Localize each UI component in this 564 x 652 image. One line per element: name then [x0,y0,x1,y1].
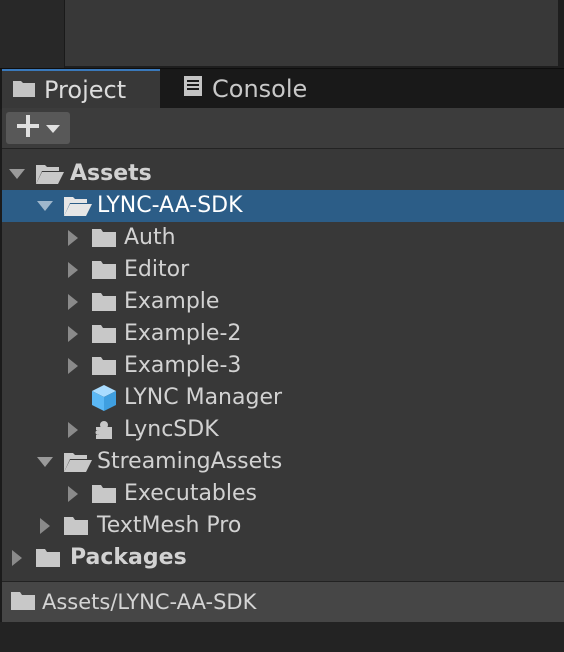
collapsed-arrow-icon[interactable] [65,318,81,350]
collapsed-arrow-icon[interactable] [65,414,81,446]
tree-row-textmesh-pro[interactable]: TextMesh Pro [2,510,564,542]
tab-bar: Project Console [0,68,564,109]
collapsed-arrow-icon[interactable] [9,542,25,574]
collapsed-arrow-icon[interactable] [65,478,81,510]
tree-row-label: LyncSDK [124,417,219,442]
tree-row-label: Example [124,289,220,314]
tree-row-assets[interactable]: Assets [2,158,564,190]
tab-project[interactable]: Project [2,69,160,109]
folder-icon [91,222,117,254]
folder-icon [91,286,117,318]
tree-row-example-3[interactable]: Example-3 [2,350,564,382]
tree-row-auth[interactable]: Auth [2,222,564,254]
tree-row-label: Editor [124,257,190,282]
tab-label: Project [44,76,127,104]
tree-row-label: StreamingAssets [97,449,283,474]
tree-row-label: Example-3 [124,353,242,378]
tree-row-packages[interactable]: Packages [2,542,564,574]
console-icon [182,75,204,103]
tree-row-editor[interactable]: Editor [2,254,564,286]
folder-icon [91,318,117,350]
upper-panel-sidebar [0,0,65,68]
tree-row-lync-manager[interactable]: LYNC Manager [2,382,564,414]
folder-icon [35,542,61,574]
tree-row-example[interactable]: Example [2,286,564,318]
upper-panel-edge [558,0,564,68]
tree-row-label: Packages [70,545,187,570]
project-toolbar [2,108,564,149]
collapsed-arrow-icon[interactable] [65,254,81,286]
folder-open-icon [35,158,65,190]
tree-row-streamingassets[interactable]: StreamingAssets [2,446,564,478]
tree-row-label: LYNC-AA-SDK [97,193,243,218]
folder-icon [63,510,89,542]
tree-row-label: Executables [124,481,257,506]
tree-row-label: TextMesh Pro [97,513,242,538]
folder-open-icon [63,446,93,478]
expanded-arrow-icon[interactable] [37,446,53,478]
tree-row-label: Auth [124,225,176,250]
folder-icon [91,350,117,382]
path-bar: Assets/LYNC-AA-SDK [2,581,564,622]
plus-icon [16,114,40,142]
tab-label: Console [212,75,308,103]
tree-row-lync-aa-sdk[interactable]: LYNC-AA-SDK [2,190,564,222]
upper-panel [0,0,564,68]
expanded-arrow-icon[interactable] [9,158,25,190]
folder-icon [91,254,117,286]
folder-open-icon [63,190,93,222]
folder-icon [91,478,117,510]
tree-row-executables[interactable]: Executables [2,478,564,510]
project-tree: Assets LYNC-AA-SDK Auth Editor Example E… [2,149,564,581]
collapsed-arrow-icon[interactable] [37,510,53,542]
collapsed-arrow-icon[interactable] [65,222,81,254]
folder-icon [10,590,36,616]
tree-row-label: LYNC Manager [124,385,283,410]
triangle-down-icon [46,119,60,138]
tree-row-label: Assets [70,161,152,186]
bottom-strip [0,622,564,652]
upper-panel-content [65,0,558,66]
tree-row-example-2[interactable]: Example-2 [2,318,564,350]
tree-row-lyncsdk[interactable]: LyncSDK [2,414,564,446]
collapsed-arrow-icon[interactable] [65,350,81,382]
tab-console[interactable]: Console [172,69,372,109]
collapsed-arrow-icon[interactable] [65,286,81,318]
expanded-arrow-icon[interactable] [37,190,53,222]
create-button[interactable] [6,112,70,144]
prefab-cube-icon [89,382,119,414]
tree-row-label: Example-2 [124,321,242,346]
current-path[interactable]: Assets/LYNC-AA-SDK [42,582,256,622]
assembly-puzzle-icon [94,414,114,446]
folder-icon [12,76,36,104]
